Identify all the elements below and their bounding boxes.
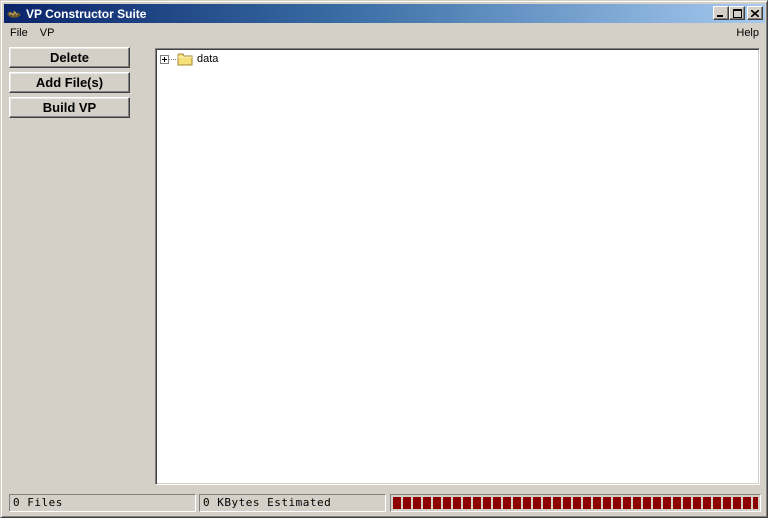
menu-help[interactable]: Help (730, 24, 765, 42)
maximize-icon (732, 8, 742, 18)
tree-connector (169, 58, 176, 60)
tree-node-label: data (197, 53, 219, 65)
progress-fill (393, 497, 758, 509)
app-icon[interactable] (6, 6, 22, 22)
minimize-button[interactable] (713, 6, 729, 20)
tree-node-data[interactable]: data (160, 51, 218, 67)
title-bar[interactable]: VP Constructor Suite (4, 4, 765, 23)
file-tree-view[interactable]: data (155, 48, 760, 485)
add-files-button[interactable]: Add File(s) (9, 72, 130, 93)
status-kbytes: 0 KBytes Estimated (199, 494, 386, 512)
menu-file[interactable]: File (4, 24, 34, 42)
plus-expander-icon[interactable] (160, 54, 169, 64)
close-button[interactable] (747, 6, 763, 20)
maximize-button[interactable] (729, 6, 745, 20)
menu-vp[interactable]: VP (34, 24, 61, 42)
menu-bar: File VP Help (4, 24, 765, 42)
minimize-icon (717, 15, 723, 17)
delete-button[interactable]: Delete (9, 47, 130, 68)
window-title: VP Constructor Suite (26, 6, 147, 21)
status-files: 0 Files (9, 494, 196, 512)
build-vp-button[interactable]: Build VP (9, 97, 130, 118)
folder-icon (177, 53, 193, 66)
main-window: VP Constructor Suite File VP Help Delete… (0, 0, 768, 518)
progress-bar (390, 494, 761, 512)
close-icon (751, 9, 759, 17)
